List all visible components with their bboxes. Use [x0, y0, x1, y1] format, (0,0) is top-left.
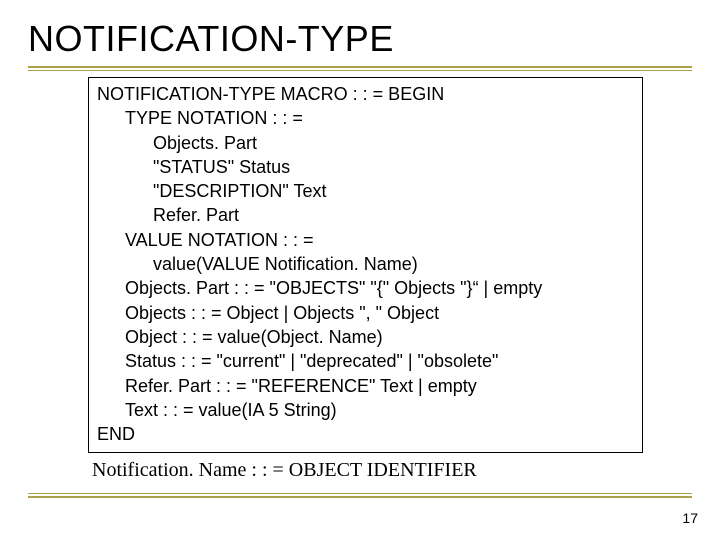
- code-line: TYPE NOTATION : : =: [97, 106, 634, 130]
- code-line: Text : : = value(IA 5 String): [97, 398, 634, 422]
- code-line: VALUE NOTATION : : =: [97, 228, 634, 252]
- code-line: value(VALUE Notification. Name): [97, 252, 634, 276]
- title-rule-thick: [28, 66, 692, 68]
- code-line: "DESCRIPTION" Text: [97, 179, 634, 203]
- title-rule-thin: [28, 70, 692, 71]
- bottom-rule-thin: [28, 493, 692, 494]
- bottom-rule-thick: [28, 496, 692, 498]
- page-number: 17: [682, 510, 698, 526]
- macro-definition-box: NOTIFICATION-TYPE MACRO : : = BEGIN TYPE…: [88, 77, 643, 453]
- code-line: Objects : : = Object | Objects ", " Obje…: [97, 301, 634, 325]
- code-line: Status : : = "current" | "deprecated" | …: [97, 349, 634, 373]
- code-line: Refer. Part: [97, 203, 634, 227]
- code-line: Object : : = value(Object. Name): [97, 325, 634, 349]
- slide: NOTIFICATION-TYPE NOTIFICATION-TYPE MACR…: [0, 0, 720, 540]
- footer-definition: Notification. Name : : = OBJECT IDENTIFI…: [88, 453, 647, 482]
- code-line: "STATUS" Status: [97, 155, 634, 179]
- code-line: Objects. Part : : = "OBJECTS" "{" Object…: [97, 276, 634, 300]
- code-line: Refer. Part : : = "REFERENCE" Text | emp…: [97, 374, 634, 398]
- slide-title: NOTIFICATION-TYPE: [28, 18, 692, 60]
- code-line: Objects. Part: [97, 131, 634, 155]
- code-line: NOTIFICATION-TYPE MACRO : : = BEGIN: [97, 82, 634, 106]
- code-line: END: [97, 422, 634, 446]
